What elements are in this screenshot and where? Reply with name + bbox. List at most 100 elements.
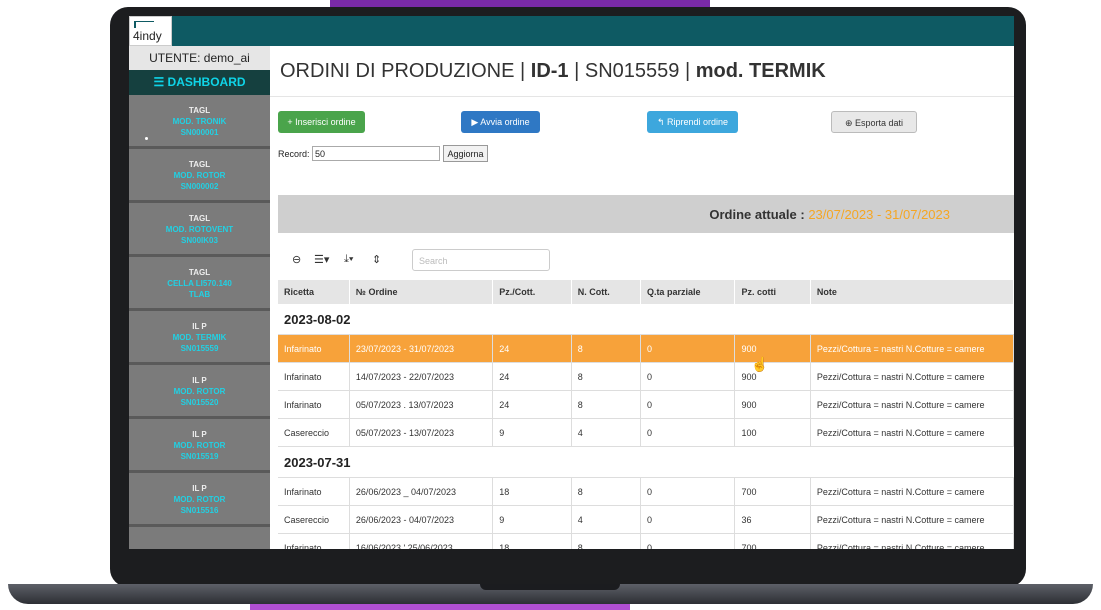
- decorative-purple-band-bottom: [250, 604, 630, 610]
- column-header[interactable]: Note: [810, 280, 1014, 304]
- group-row: 2023-07-31: [278, 446, 1014, 478]
- table-cell: 4: [571, 418, 641, 447]
- table-cell: 0: [640, 533, 736, 549]
- table-cell: 24: [492, 334, 572, 363]
- table-cell: 24: [492, 390, 572, 419]
- column-header[interactable]: № Ordine: [349, 280, 494, 304]
- table-row[interactable]: Casereccio 26/06/2023 - 04/07/2023 9 4 0 36 Pe…: [278, 505, 1014, 534]
- table-cell: Casereccio: [278, 505, 350, 534]
- table-body: 2023-08-02 Infarinato 23/07/2023 - 31/07/2…: [278, 304, 1014, 549]
- refresh-button[interactable]: Aggiorna: [443, 145, 488, 162]
- divider: [270, 96, 1014, 97]
- table-row[interactable]: Infarinato 23/07/2023 - 31/07/2023 24 8 0 900…: [278, 334, 1014, 363]
- table-cell: 36: [734, 505, 811, 534]
- column-header[interactable]: Q.ta parziale: [640, 280, 736, 304]
- table-row[interactable]: Infarinato 26/06/2023 _ 04/07/2023 18 8 0 700…: [278, 477, 1014, 506]
- record-input[interactable]: 50: [312, 146, 440, 161]
- sidebar-machine-item[interactable]: TAGL MOD. ROTOVENT SN00IK03: [129, 203, 270, 257]
- app-logo[interactable]: 4indy: [129, 16, 172, 46]
- table-row[interactable]: Casereccio 05/07/2023 - 13/07/2023 9 4 0 100 P…: [278, 418, 1014, 447]
- columns-toggle-icon[interactable]: ⊖: [292, 253, 301, 266]
- table-cell: Pezzi/Cottura = nastri N.Cotture = camer…: [810, 505, 1014, 534]
- title-model: mod. TERMIK: [695, 60, 826, 82]
- logo-text: 4indy: [133, 29, 162, 43]
- table-cell: Pezzi/Cottura = nastri N.Cotture = camer…: [810, 418, 1014, 447]
- sidebar-item-l3: TLAB: [188, 290, 211, 299]
- column-header[interactable]: N. Cott.: [571, 280, 641, 304]
- table-cell: Pezzi/Cottura = nastri N.Cotture = camer…: [810, 533, 1014, 549]
- sidebar-machine-item[interactable]: IL P MOD. ROTOR SN015520: [129, 365, 270, 419]
- sidebar-machine-item[interactable]: TAGL MOD. TRONIK SN000001: [129, 95, 270, 149]
- table-cell: 100: [734, 418, 811, 447]
- table-row[interactable]: Infarinato 05/07/2023 . 13/07/2023 24 8 0 900…: [278, 390, 1014, 419]
- sidebar-item-l1: IL P: [192, 484, 207, 493]
- table-cell: 0: [640, 505, 736, 534]
- table-cell: Infarinato: [278, 362, 350, 391]
- download-icon[interactable]: ⤓▾: [344, 253, 353, 266]
- app-screen: 4indy UTENTE: demo_ai ☰ DASHBOARD TAGL MO…: [129, 16, 1014, 549]
- sidebar-item-l3: SN015516: [180, 506, 219, 515]
- table-cell: 0: [640, 390, 736, 419]
- table-cell: 9: [492, 505, 572, 534]
- table-cell: Pezzi/Cottura = nastri N.Cotture = camer…: [810, 390, 1014, 419]
- sidebar-item-l2: MOD. ROTOR: [173, 171, 226, 180]
- start-order-button[interactable]: ▶ Avvia ordine: [461, 111, 540, 133]
- sidebar-item-l3: SN00IK03: [181, 236, 218, 245]
- table-cell: 18: [492, 477, 572, 506]
- logo-mark-icon: [134, 21, 154, 28]
- table-cell: 900: [734, 362, 811, 391]
- insert-order-button[interactable]: + Inserisci ordine: [278, 111, 365, 133]
- sort-icon[interactable]: ⇕: [372, 253, 381, 266]
- sidebar: UTENTE: demo_ai ☰ DASHBOARD TAGL MOD. TRO…: [129, 46, 270, 549]
- sidebar-item-l3: SN000002: [180, 182, 219, 191]
- table-row[interactable]: Infarinato 16/06/2023 ' 25/06/2023 18 8 0 700…: [278, 533, 1014, 549]
- resume-order-button[interactable]: ↰ Riprendi ordine: [647, 111, 738, 133]
- sidebar-item-l2: MOD. ROTOR: [173, 495, 226, 504]
- sidebar-machine-item[interactable]: IL P MOD. ROTOR SN015519: [129, 419, 270, 473]
- sidebar-item-l3: SN015559: [180, 344, 219, 353]
- table-cell: 0: [640, 477, 736, 506]
- title-prefix: ORDINI DI PRODUZIONE |: [280, 60, 531, 82]
- table-cell: Pezzi/Cottura = nastri N.Cotture = camer…: [810, 477, 1014, 506]
- table-cell: 05/07/2023 - 13/07/2023: [349, 418, 494, 447]
- laptop-notch: [480, 584, 620, 590]
- list-view-icon[interactable]: ☰▾: [314, 253, 329, 266]
- table-cell: 05/07/2023 . 13/07/2023: [349, 390, 494, 419]
- column-header[interactable]: Pz. cotti: [734, 280, 811, 304]
- table-cell: Pezzi/Cottura = nastri N.Cotture = camer…: [810, 334, 1014, 363]
- sidebar-item-l2: CELLA LI570.140: [167, 279, 232, 288]
- table-cell: 16/06/2023 ' 25/06/2023: [349, 533, 494, 549]
- top-bar: 4indy: [129, 16, 1014, 46]
- table-cell: 8: [571, 533, 641, 549]
- hand-cursor-icon: ☝: [751, 356, 769, 372]
- sidebar-item-l1: TAGL: [188, 106, 211, 115]
- table-row[interactable]: Infarinato 14/07/2023 - 22/07/2023 24 8 0 900…: [278, 362, 1014, 391]
- table-cell: Infarinato: [278, 533, 350, 549]
- current-order-title: Ordine attuale :: [709, 207, 809, 222]
- sidebar-item-l1: IL P: [192, 430, 207, 439]
- sidebar-machine-item[interactable]: TAGL MOD. ROTOR SN000002: [129, 149, 270, 203]
- current-order-label: Ordine attuale : 23/07/2023 - 31/07/2023: [709, 207, 950, 222]
- search-input[interactable]: Search: [412, 249, 550, 271]
- sidebar-item-l1: IL P: [192, 322, 207, 331]
- table-cell: 900: [734, 390, 811, 419]
- table-cell: 26/06/2023 _ 04/07/2023: [349, 477, 494, 506]
- sidebar-item-l3: SN015519: [180, 452, 219, 461]
- column-header[interactable]: Ricetta: [278, 280, 350, 304]
- sidebar-item-l1: TAGL: [188, 214, 211, 223]
- table-cell: 23/07/2023 - 31/07/2023: [349, 334, 494, 363]
- table-cell: 8: [571, 362, 641, 391]
- export-data-button[interactable]: ⊕ Esporta dati: [831, 111, 917, 133]
- main-content: ORDINI DI PRODUZIONE | ID-1 | SN015559 |…: [270, 46, 1014, 549]
- sidebar-machine-item[interactable]: IL P MOD. TERMIK SN015559: [129, 311, 270, 365]
- dashboard-button[interactable]: ☰ DASHBOARD: [129, 70, 270, 95]
- column-header[interactable]: Pz./Cott.: [492, 280, 572, 304]
- record-label: Record:: [278, 149, 310, 159]
- sidebar-machine-item[interactable]: TAGL CELLA LI570.140 TLAB: [129, 257, 270, 311]
- sidebar-item-l2: MOD. ROTOR: [173, 441, 226, 450]
- table-cell: Infarinato: [278, 477, 350, 506]
- sidebar-machine-item[interactable]: IL P MOD. ROTOR SN015516: [129, 473, 270, 527]
- table-cell: Infarinato: [278, 334, 350, 363]
- sidebar-item-l3: SN000001: [180, 128, 219, 137]
- table-cell: 9: [492, 418, 572, 447]
